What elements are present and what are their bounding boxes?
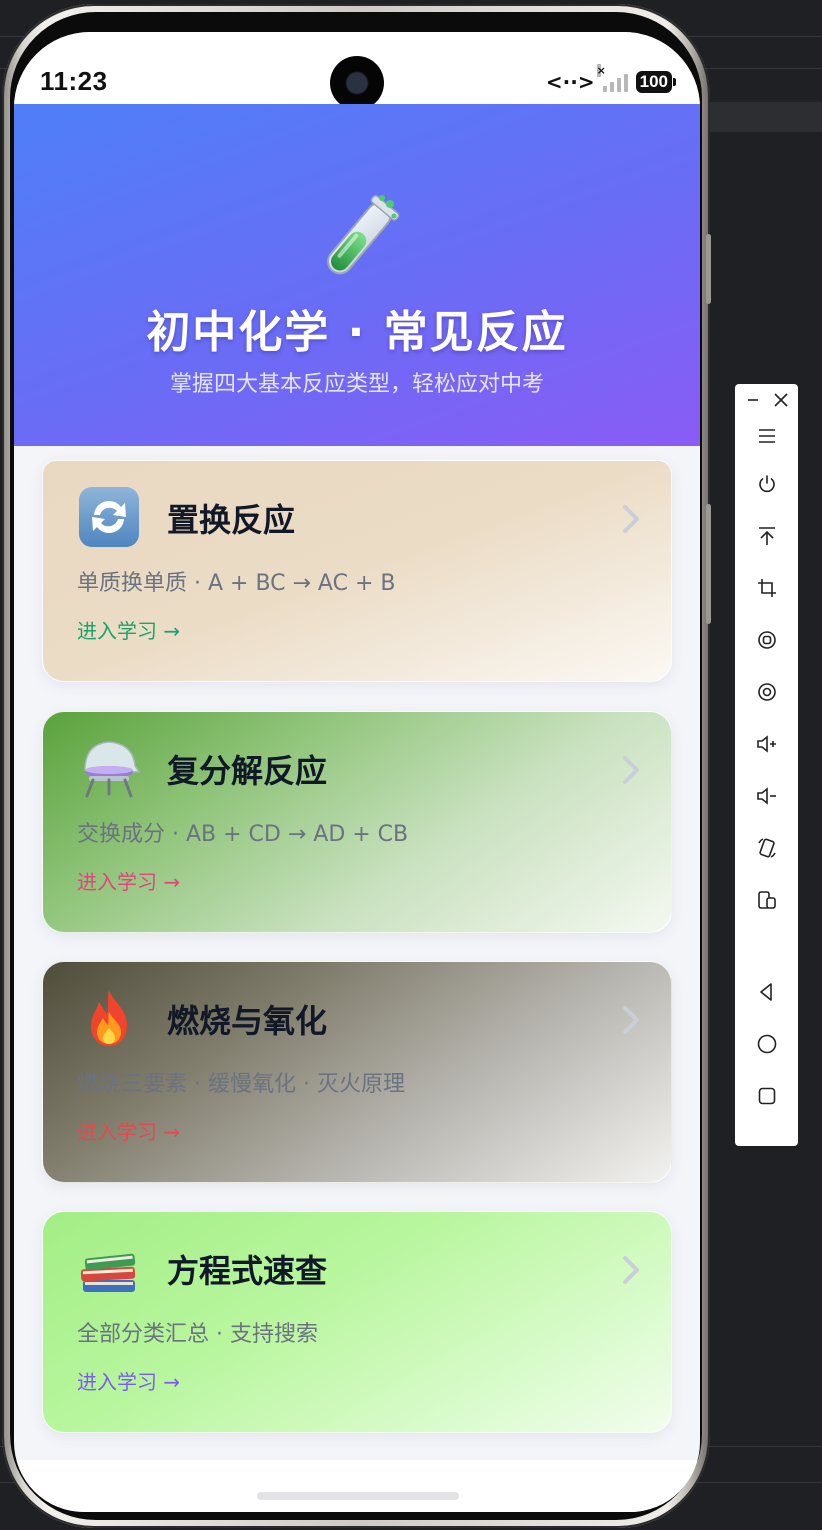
volume-down-icon	[756, 787, 776, 805]
chevron-right-icon	[623, 505, 639, 533]
crop-button[interactable]	[735, 573, 798, 603]
flask-icon	[84, 741, 141, 798]
signal-icon: ×	[596, 64, 628, 92]
card-description: 燃烧三要素 · 缓慢氧化 · 灭火原理	[77, 1072, 405, 1097]
minimize-icon	[748, 399, 758, 401]
close-button[interactable]	[767, 388, 795, 412]
emulator-toolbar	[735, 384, 798, 1146]
back-icon	[759, 983, 772, 1001]
multi-device-button[interactable]	[735, 885, 798, 915]
card-title: 复分解反应	[167, 752, 328, 790]
bottom-area	[14, 1460, 700, 1512]
header-banner: 初中化学 · 常见反应 掌握四大基本反应类型，轻松应对中考	[14, 104, 700, 446]
battery-icon: 100	[635, 71, 677, 93]
enter-learning-link[interactable]: 进入学习 →	[77, 615, 180, 644]
card-description: 单质换单质 · A + BC → AC + B	[77, 571, 396, 596]
enter-learning-link[interactable]: 进入学习 →	[77, 866, 180, 895]
power-icon	[758, 475, 775, 493]
power-button[interactable]	[735, 469, 798, 499]
screenshot-button[interactable]	[735, 677, 798, 707]
rotate-device-button[interactable]	[735, 833, 798, 863]
phone-screen: 11:23 <··> × 100 初中化学 · 常见反应 掌握四大基本反应类型，…	[14, 32, 700, 1512]
chevron-right-icon	[623, 756, 639, 784]
test-tube-icon	[327, 194, 400, 275]
upload-icon	[758, 527, 775, 545]
menu-button[interactable]	[735, 421, 798, 451]
phone-volume-button	[706, 504, 711, 624]
data-transfer-icon: <··>	[545, 70, 595, 94]
chevron-right-icon	[623, 1256, 639, 1284]
close-icon	[774, 393, 788, 407]
home-indicator[interactable]	[257, 1492, 459, 1500]
screenshot-icon	[757, 683, 776, 701]
page-title: 初中化学 · 常见反应	[146, 307, 568, 358]
minimize-button[interactable]	[739, 388, 767, 412]
card-title: 燃烧与氧化	[167, 1002, 328, 1040]
books-icon	[80, 1253, 136, 1292]
fire-icon	[91, 990, 127, 1046]
status-bar: 11:23 <··> × 100	[14, 32, 700, 110]
front-camera	[330, 56, 384, 110]
menu-icon	[758, 429, 775, 443]
enter-learning-link[interactable]: 进入学习 →	[77, 1366, 180, 1395]
crop-icon	[757, 579, 776, 597]
page-subtitle: 掌握四大基本反应类型，轻松应对中考	[169, 372, 544, 397]
phone-frame: 11:23 <··> × 100 初中化学 · 常见反应 掌握四大基本反应类型，…	[2, 4, 711, 1528]
card-title: 方程式速查	[167, 1252, 328, 1290]
multi-device-icon	[757, 891, 776, 909]
card-title: 置换反应	[167, 501, 296, 539]
card-combustion-oxidation[interactable]: 燃烧与氧化 燃烧三要素 · 缓慢氧化 · 灭火原理 进入学习 →	[42, 961, 672, 1183]
chevron-right-icon	[623, 1006, 639, 1034]
home-icon	[757, 1034, 776, 1054]
upload-button[interactable]	[735, 521, 798, 551]
card-description: 全部分类汇总 · 支持搜索	[77, 1322, 318, 1347]
card-double-decomposition[interactable]: 复分解反应 交换成分 · AB + CD → AD + CB 进入学习 →	[42, 711, 672, 933]
enter-learning-link[interactable]: 进入学习 →	[77, 1116, 180, 1145]
volume-down-button[interactable]	[735, 781, 798, 811]
volume-up-button[interactable]	[735, 729, 798, 759]
rotate-button[interactable]	[735, 625, 798, 655]
card-equation-lookup[interactable]: 方程式速查 全部分类汇总 · 支持搜索 进入学习 →	[42, 1211, 672, 1433]
card-description: 交换成分 · AB + CD → AD + CB	[77, 822, 409, 847]
status-time: 11:23	[40, 66, 108, 96]
phone-side-button	[706, 234, 711, 304]
volume-up-icon	[756, 735, 776, 753]
recents-icon	[758, 1087, 775, 1105]
home-button[interactable]	[735, 1029, 798, 1059]
rotate-icon	[757, 631, 776, 649]
recents-button[interactable]	[735, 1081, 798, 1111]
card-replacement-reaction[interactable]: 置换反应 单质换单质 · A + BC → AC + B 进入学习 →	[42, 460, 672, 682]
rotate-device-icon	[757, 838, 776, 858]
back-button[interactable]	[735, 977, 798, 1007]
status-icons: <··> × 100	[545, 64, 677, 94]
swap-arrows-icon	[79, 487, 139, 547]
